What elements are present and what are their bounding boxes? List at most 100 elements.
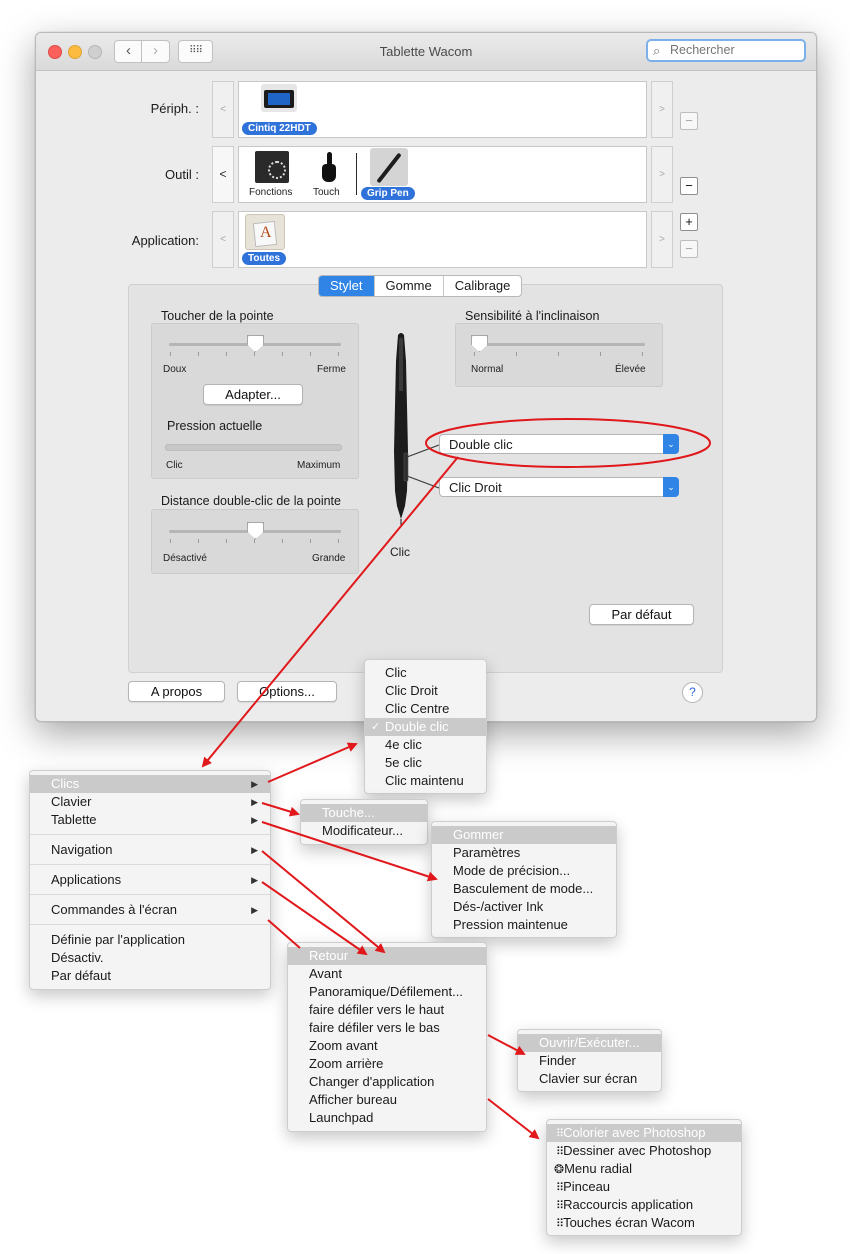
tool-grip-pen-tag[interactable]: Grip Pen xyxy=(361,187,415,200)
grip-pen-icon[interactable] xyxy=(370,148,408,186)
device-scroll-right[interactable]: > xyxy=(651,81,673,138)
popup-chevron-icon: ⌄ xyxy=(663,434,679,454)
help-button[interactable]: ? xyxy=(682,682,703,703)
double-click-slider-knob[interactable] xyxy=(247,522,264,539)
navigation-option[interactable]: Avant xyxy=(288,965,486,983)
default-button[interactable]: Par défaut xyxy=(589,604,694,625)
onscreen-option[interactable]: ⠿Colorier avec Photoshop xyxy=(547,1124,741,1142)
navigation-option[interactable]: faire défiler vers le haut xyxy=(288,1001,486,1019)
menu-item-applications[interactable]: Applications ▶ xyxy=(30,871,270,889)
adjust-button[interactable]: Adapter... xyxy=(203,384,303,405)
submenu-arrow-icon: ▶ xyxy=(251,815,258,825)
upper-button-value: Double clic xyxy=(449,437,513,452)
onscreen-option[interactable]: ❂Menu radial xyxy=(547,1160,741,1178)
tab-gomme[interactable]: Gomme xyxy=(375,276,444,296)
tablet-option[interactable]: Dés-/activer Ink xyxy=(432,898,616,916)
applications-option[interactable]: Ouvrir/Exécuter... xyxy=(518,1034,661,1052)
tip-feel-title: Toucher de la pointe xyxy=(161,309,274,323)
about-button[interactable]: A propos xyxy=(128,681,225,702)
menu-item-onscreen-controls[interactable]: Commandes à l'écran ▶ xyxy=(30,901,270,919)
remove-tool-button[interactable]: − xyxy=(680,177,698,195)
add-application-button[interactable]: + xyxy=(680,213,698,231)
menu-item-app-defined[interactable]: Définie par l'application xyxy=(30,931,270,949)
tab-bar: Stylet Gomme Calibrage xyxy=(318,275,523,297)
menu-item-disabled[interactable]: Désactiv. xyxy=(30,949,270,967)
touch-hand-icon[interactable] xyxy=(319,152,339,182)
double-click-title: Distance double-clic de la pointe xyxy=(161,494,341,508)
tool-scroll-right[interactable]: > xyxy=(651,146,673,203)
remove-application-button[interactable]: − xyxy=(680,240,698,258)
tilt-group: Normal Élevée xyxy=(455,323,663,387)
all-apps-icon[interactable]: A xyxy=(245,214,285,250)
navigation-option[interactable]: Panoramique/Défilement... xyxy=(288,983,486,1001)
tablet-option[interactable]: Gommer xyxy=(432,826,616,844)
tip-feel-max-label: Ferme xyxy=(317,364,346,375)
tablet-option[interactable]: Pression maintenue xyxy=(432,916,616,934)
click-option[interactable]: Clic maintenu xyxy=(365,772,486,790)
tool-touch-label[interactable]: Touch xyxy=(313,187,340,198)
submenu-arrow-icon: ▶ xyxy=(251,779,258,789)
navigation-option[interactable]: Zoom arrière xyxy=(288,1055,486,1073)
click-option[interactable]: 4e clic xyxy=(365,736,486,754)
grid-dots-icon: ⠿ xyxy=(556,1128,564,1140)
onscreen-option[interactable]: ⠿Dessiner avec Photoshop xyxy=(547,1142,741,1160)
app-scroll-right[interactable]: > xyxy=(651,211,673,268)
tool-scroll-left[interactable]: < xyxy=(212,146,234,203)
search-input[interactable] xyxy=(668,42,802,58)
options-button[interactable]: Options... xyxy=(237,681,337,702)
tablet-option[interactable]: Paramètres xyxy=(432,844,616,862)
tool-list: Fonctions Touch Grip Pen xyxy=(238,146,647,203)
tablet-option[interactable]: Basculement de mode... xyxy=(432,880,616,898)
applications-submenu: Ouvrir/Exécuter... Finder Clavier sur éc… xyxy=(517,1029,662,1092)
functions-icon[interactable] xyxy=(255,151,289,183)
navigation-option[interactable]: faire défiler vers le bas xyxy=(288,1019,486,1037)
device-list: Cintiq 22HDT xyxy=(238,81,647,138)
menu-item-keyboard[interactable]: Clavier ▶ xyxy=(30,793,270,811)
remove-device-button[interactable]: − xyxy=(680,112,698,130)
upper-button-popup[interactable]: Double clic ⌄ xyxy=(439,434,679,454)
annotation-arrow xyxy=(267,742,358,783)
submenu-arrow-icon: ▶ xyxy=(251,905,258,915)
tablet-option[interactable]: Mode de précision... xyxy=(432,862,616,880)
menu-item-tablet[interactable]: Tablette ▶ xyxy=(30,811,270,829)
tilt-slider-track[interactable] xyxy=(473,343,645,346)
app-scroll-left[interactable]: < xyxy=(212,211,234,268)
click-option[interactable]: Clic Centre xyxy=(365,700,486,718)
navigation-option[interactable]: Launchpad xyxy=(288,1109,486,1127)
lower-button-popup[interactable]: Clic Droit ⌄ xyxy=(439,477,679,497)
click-option[interactable]: Clic Droit xyxy=(365,682,486,700)
menu-item-default[interactable]: Par défaut xyxy=(30,967,270,985)
preferences-window: ‹ › ⠿⠿ Tablette Wacom ⌕ Périph. : < Cint… xyxy=(35,32,817,722)
navigation-option[interactable]: Zoom avant xyxy=(288,1037,486,1055)
applications-option[interactable]: Finder xyxy=(518,1052,661,1070)
tab-stylet[interactable]: Stylet xyxy=(319,276,375,296)
applications-option[interactable]: Clavier sur écran xyxy=(518,1070,661,1088)
tab-calibrage[interactable]: Calibrage xyxy=(444,276,522,296)
device-scroll-left[interactable]: < xyxy=(212,81,234,138)
menu-item-navigation[interactable]: Navigation ▶ xyxy=(30,841,270,859)
double-click-group: Désactivé Grande xyxy=(151,509,359,574)
navigation-option[interactable]: Retour xyxy=(288,947,486,965)
device-name-tag[interactable]: Cintiq 22HDT xyxy=(242,122,317,135)
navigation-option[interactable]: Afficher bureau xyxy=(288,1091,486,1109)
keyboard-option-key[interactable]: Touche... xyxy=(301,804,427,822)
cintiq-device-icon[interactable] xyxy=(261,84,297,112)
keyboard-option-modifier[interactable]: Modificateur... xyxy=(301,822,427,840)
app-all-tag[interactable]: Toutes xyxy=(242,252,287,265)
pressure-max-label: Maximum xyxy=(297,460,341,471)
function-menu: Clics ▶ Clavier ▶ Tablette ▶ Navigation ▶ Ap… xyxy=(29,770,271,990)
tool-functions-label[interactable]: Fonctions xyxy=(249,187,292,198)
click-option[interactable]: 5e clic xyxy=(365,754,486,772)
menu-item-clicks[interactable]: Clics ▶ xyxy=(30,775,270,793)
tip-feel-slider-knob[interactable] xyxy=(247,335,264,352)
tilt-slider-knob[interactable] xyxy=(471,335,488,352)
click-option[interactable]: Clic xyxy=(365,664,486,682)
onscreen-option[interactable]: ⠿Touches écran Wacom xyxy=(547,1214,741,1232)
onscreen-option[interactable]: ⠿Raccourcis application xyxy=(547,1196,741,1214)
click-option-selected[interactable]: ✓ Double clic xyxy=(365,718,486,736)
search-field[interactable]: ⌕ xyxy=(646,39,806,62)
navigation-option[interactable]: Changer d'application xyxy=(288,1073,486,1091)
tilt-title: Sensibilité à l'inclinaison xyxy=(465,309,600,323)
submenu-arrow-icon: ▶ xyxy=(251,845,258,855)
onscreen-option[interactable]: ⠿Pinceau xyxy=(547,1178,741,1196)
